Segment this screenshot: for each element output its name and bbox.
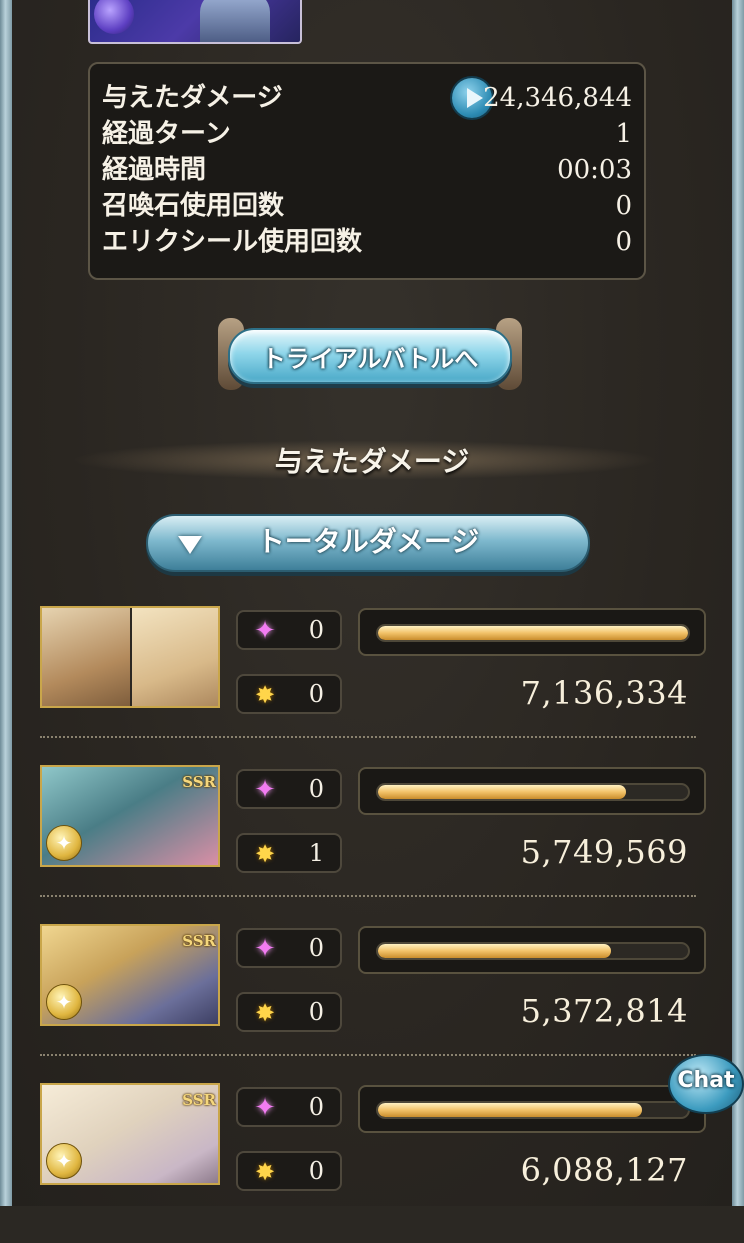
stat-label: 経過ターン <box>102 119 231 149</box>
special-count: 0 <box>308 775 324 803</box>
special-attack-counter: ✦ 0 <box>236 1087 342 1127</box>
stat-time: 経過時間 00:03 <box>102 152 632 188</box>
stat-elixir-uses: エリクシール使用回数 0 <box>102 224 632 260</box>
dropdown-label: トータルダメージ <box>256 525 480 558</box>
stat-label: 経過時間 <box>102 155 207 185</box>
trial-battle-button[interactable]: トライアルバトルへ <box>218 318 522 390</box>
ability-counter: ✸ 0 <box>236 992 342 1032</box>
stat-value: 1 <box>615 119 632 149</box>
character-portrait[interactable]: SSR ✦ <box>40 1083 220 1185</box>
row-divider <box>40 736 696 738</box>
burst-icon: ✸ <box>254 1158 276 1186</box>
ability-count: 0 <box>308 1157 324 1185</box>
ssr-badge: SSR <box>182 773 216 791</box>
coin-icon: ✦ <box>46 825 82 861</box>
damage-value: 6,088,127 <box>520 1151 688 1189</box>
right-frame <box>732 0 744 1206</box>
damage-bar-fill <box>378 785 626 799</box>
special-attack-counter: ✦ 0 <box>236 928 342 968</box>
special-count: 0 <box>308 616 324 644</box>
damage-value: 7,136,334 <box>520 674 688 712</box>
stat-value: 0 <box>615 191 632 221</box>
stat-label: 召喚石使用回数 <box>102 191 285 221</box>
damage-bar-track <box>376 1101 690 1119</box>
burst-icon: ✸ <box>254 681 276 709</box>
element-orb-icon <box>94 0 134 34</box>
stat-label: 与えたダメージ <box>102 83 283 113</box>
left-frame <box>0 0 12 1206</box>
damage-bar-fill <box>378 944 611 958</box>
special-count: 0 <box>308 1093 324 1121</box>
special-attack-counter: ✦ 0 <box>236 610 342 650</box>
character-row: SSR ✦ ✦ 0 ✸ 0 5,372,814 <box>40 924 706 1084</box>
stat-turns: 経過ターン 1 <box>102 116 632 152</box>
special-attack-counter: ✦ 0 <box>236 769 342 809</box>
damage-bar-track <box>376 942 690 960</box>
ability-count: 1 <box>308 839 324 867</box>
portrait-art <box>42 608 130 706</box>
character-portrait[interactable] <box>40 606 220 708</box>
coin-icon: ✦ <box>46 984 82 1020</box>
row-divider <box>40 1054 696 1056</box>
section-title: 与えたダメージ <box>274 445 470 478</box>
damage-bar-box <box>358 926 706 974</box>
trial-battle-label: トライアルバトルへ <box>228 328 512 384</box>
damage-value: 5,372,814 <box>520 992 688 1030</box>
damage-bar-track <box>376 783 690 801</box>
ability-count: 0 <box>308 998 324 1026</box>
ssr-badge: SSR <box>182 932 216 950</box>
damage-bar-box <box>358 1085 706 1133</box>
damage-bar-box <box>358 767 706 815</box>
burst-icon: ✸ <box>254 999 276 1027</box>
character-row: SSR ✦ ✦ 0 ✸ 0 6,088,127 <box>40 1083 706 1243</box>
boss-portrait <box>88 0 302 44</box>
ability-count: 0 <box>308 680 324 708</box>
total-damage-dropdown[interactable]: トータルダメージ <box>146 514 590 572</box>
character-portrait[interactable]: SSR ✦ <box>40 765 220 867</box>
ability-counter: ✸ 1 <box>236 833 342 873</box>
stat-value: 0 <box>615 227 632 257</box>
ability-counter: ✸ 0 <box>236 1151 342 1191</box>
damage-value: 5,749,569 <box>520 833 688 871</box>
damage-bar-fill <box>378 626 688 640</box>
ability-counter: ✸ 0 <box>236 674 342 714</box>
character-row: SSR ✦ ✦ 0 ✸ 1 5,749,569 <box>40 765 706 925</box>
sparkle-icon: ✦ <box>254 775 276 805</box>
portrait-art <box>132 608 218 706</box>
stat-damage: 与えたダメージ 24,346,844 <box>102 78 632 118</box>
battle-stats-box: 与えたダメージ 24,346,844 経過ターン 1 経過時間 00:03 召喚… <box>88 62 646 280</box>
stat-value: 24,346,844 <box>483 83 632 113</box>
special-count: 0 <box>308 934 324 962</box>
row-divider <box>40 895 696 897</box>
stat-value: 00:03 <box>557 155 632 185</box>
damage-bar-fill <box>378 1103 642 1117</box>
damage-bar-track <box>376 624 690 642</box>
character-portrait[interactable]: SSR ✦ <box>40 924 220 1026</box>
burst-icon: ✸ <box>254 840 276 868</box>
coin-icon: ✦ <box>46 1143 82 1179</box>
sparkle-icon: ✦ <box>254 616 276 646</box>
sparkle-icon: ✦ <box>254 1093 276 1123</box>
ssr-badge: SSR <box>182 1091 216 1109</box>
stat-summon-uses: 召喚石使用回数 0 <box>102 188 632 224</box>
sparkle-icon: ✦ <box>254 934 276 964</box>
damage-bar-box <box>358 608 706 656</box>
chat-button[interactable]: Chat <box>668 1054 744 1114</box>
character-row: ✦ 0 ✸ 0 7,136,334 <box>40 606 706 766</box>
boss-figure <box>200 0 270 42</box>
stat-label: エリクシール使用回数 <box>102 227 363 257</box>
